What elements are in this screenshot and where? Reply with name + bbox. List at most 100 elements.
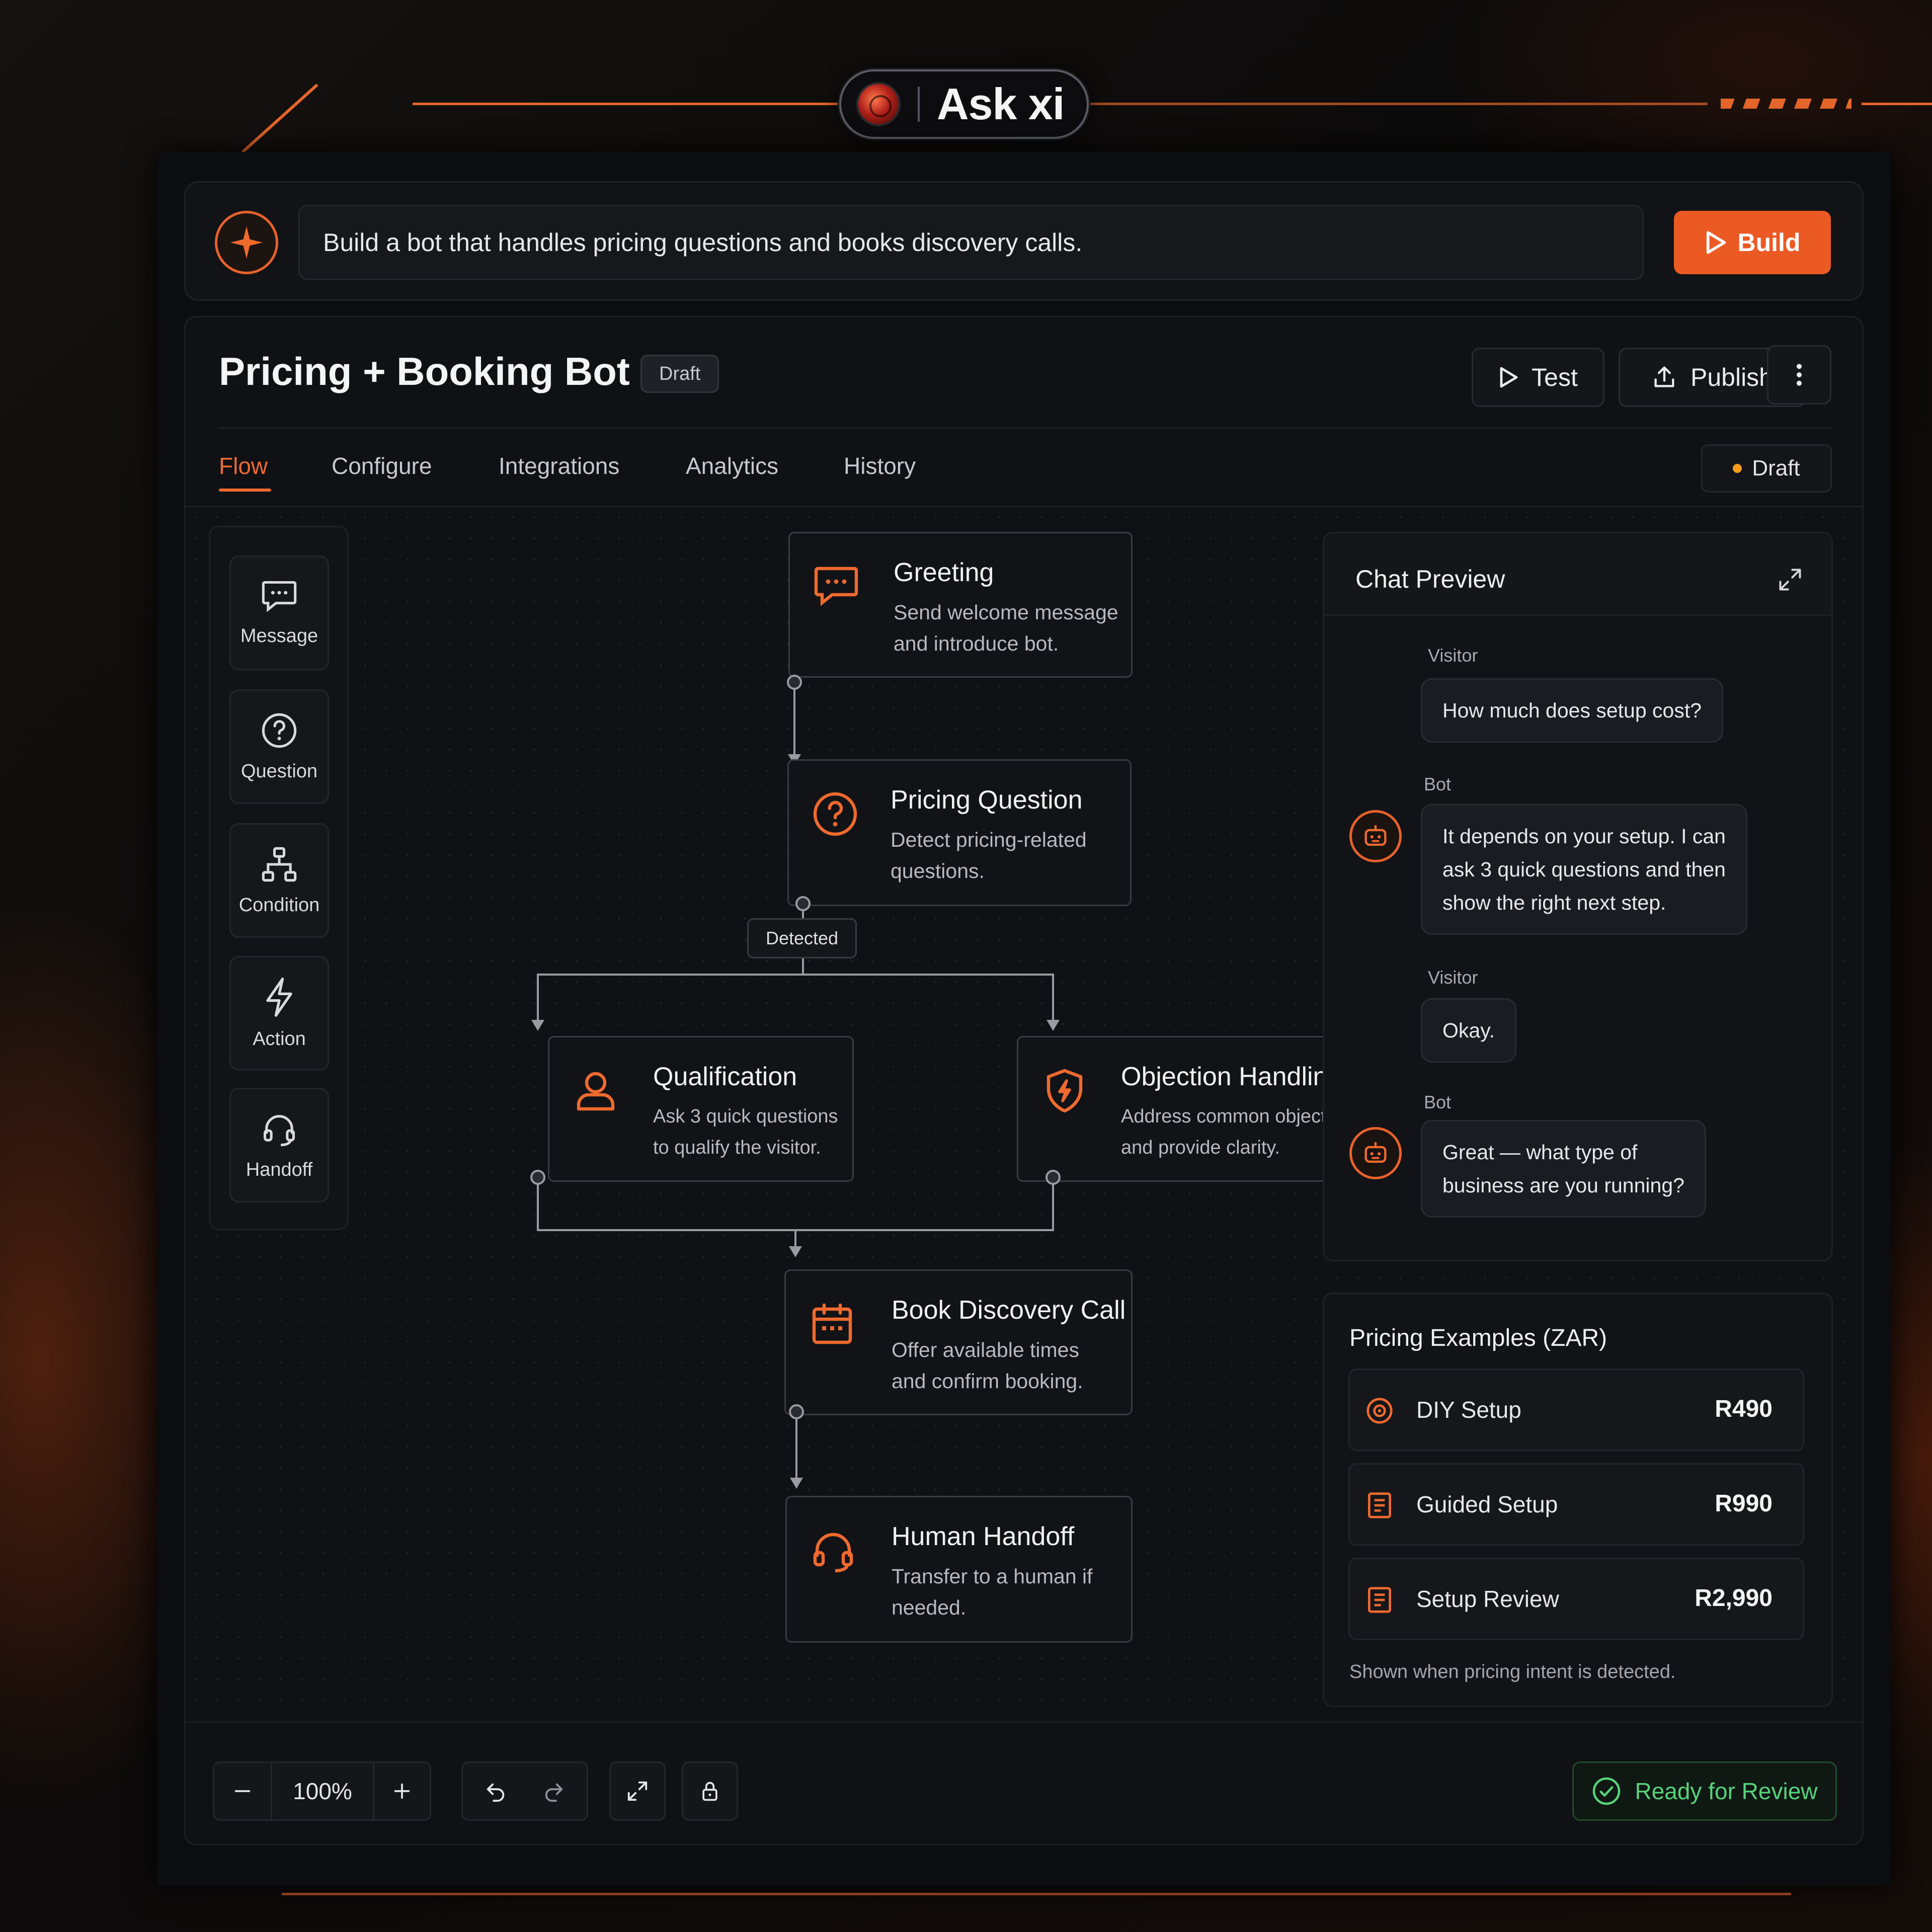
node-desc: Detect pricing-related questions. [891,824,1087,887]
redo-icon [545,1783,563,1802]
palette-label: Action [253,1028,306,1050]
node-desc: Ask 3 quick questions to qualify the vis… [653,1101,838,1163]
palette-item-question[interactable]: Question [229,689,329,804]
node-desc-line: and introduce bot. [894,632,1059,655]
lock-button[interactable] [682,1761,738,1821]
message-line: ask 3 quick questions and then [1442,858,1726,881]
palette-item-message[interactable]: Message [229,555,329,670]
undo-button[interactable] [468,1763,523,1819]
frame-line-top-right [1089,103,1708,105]
check-circle-icon [1593,1777,1621,1805]
logo-separator [918,87,920,122]
flow-node-qualification[interactable]: Qualification Ask 3 quick questions to q… [548,1036,854,1182]
bot-message: Great — what type of business are you ru… [1421,1120,1706,1218]
node-port[interactable] [1045,1170,1061,1185]
pricing-note: Shown when pricing intent is detected. [1349,1661,1676,1682]
palette-item-condition[interactable]: Condition [229,823,329,938]
node-desc-line: Transfer to a human if [892,1565,1093,1588]
ai-spark-button[interactable] [215,211,278,274]
node-desc: Send welcome message and introduce bot. [894,597,1118,659]
message-line: show the right next step. [1442,891,1666,914]
palette-label: Message [240,625,318,647]
palette-label: Question [240,760,318,782]
connector-greeting-pricing [793,688,795,759]
build-button[interactable]: Build [1674,211,1831,274]
palette-item-handoff[interactable]: Handoff [229,1088,329,1202]
frame-line-top-far-right [1862,103,1932,105]
brand-pill: Ask xi [839,69,1089,139]
connector-arrow [531,1020,544,1031]
flow-node-human-handoff[interactable]: Human Handoff Transfer to a human if nee… [785,1496,1133,1643]
zoom-controls: 100% [213,1761,431,1821]
zoom-level: 100% [293,1778,352,1804]
prompt-input[interactable]: Build a bot that handles pricing questio… [298,205,1644,280]
connector-branch-stem [802,955,804,976]
node-desc-line: Send welcome message [894,601,1118,624]
message-sender: Visitor [1428,645,1478,666]
sparkle-icon [230,226,263,259]
node-title: Greeting [894,558,994,587]
tab-integrations[interactable]: Integrations [499,452,619,479]
flow-node-book-discovery-call[interactable]: Book Discovery Call Offer available time… [784,1269,1133,1415]
pricing-item-price: R490 [1715,1396,1773,1422]
flow-node-greeting[interactable]: Greeting Send welcome message and introd… [788,532,1133,678]
test-button[interactable]: Test [1472,348,1604,407]
message-line: How much does setup cost? [1442,699,1702,722]
chat-preview-header: Chat Preview [1324,533,1831,616]
test-label: Test [1532,363,1578,391]
brand-name: Ask xi [937,79,1065,129]
flow-node-pricing-question[interactable]: Pricing Question Detect pricing-related … [787,759,1132,906]
plus-icon [394,1783,410,1799]
pricing-item[interactable]: Guided Setup R990 [1348,1463,1804,1546]
node-port[interactable] [795,896,811,911]
robot-icon [1364,825,1387,846]
flow-canvas[interactable]: Message Question Condition Action Handof… [186,507,1862,1719]
undo-icon [487,1783,505,1802]
frame-line-top-left [413,103,839,105]
node-port[interactable] [789,1404,804,1419]
tab-configure[interactable]: Configure [332,452,432,479]
header-divider [219,427,1832,429]
prompt-text: Build a bot that handles pricing questio… [323,228,1083,257]
pricing-item-name: Setup Review [1416,1586,1559,1612]
node-desc-line: to qualify the visitor. [653,1137,821,1158]
zoom-out-button[interactable] [214,1763,271,1819]
node-port[interactable] [530,1170,545,1185]
node-port[interactable] [787,675,802,690]
kebab-icon [1797,364,1802,386]
ready-for-review-button[interactable]: Ready for Review [1572,1761,1837,1821]
tab-flow[interactable]: Flow [219,452,268,479]
fit-view-button[interactable] [609,1761,666,1821]
minus-icon [234,1790,251,1792]
headset-icon [813,1533,853,1573]
logo-orb-icon [856,82,901,126]
toolbar-divider [186,1721,1862,1723]
publish-label: Publish [1691,363,1773,391]
more-options-button[interactable] [1767,345,1831,405]
headset-icon [263,1114,295,1146]
ready-label: Ready for Review [1635,1778,1818,1804]
tab-history[interactable]: History [844,452,916,479]
upload-icon [1654,366,1674,387]
condition-icon [262,847,297,881]
node-desc-line: and confirm booking. [892,1370,1083,1393]
lightning-icon [266,977,292,1017]
chat-preview-panel: Chat Preview Visitor How much does setup… [1323,532,1833,1261]
pricing-item[interactable]: Setup Review R2,990 [1348,1558,1804,1640]
palette-item-action[interactable]: Action [229,956,329,1071]
bot-avatar [1349,810,1402,862]
tab-analytics[interactable]: Analytics [686,452,778,479]
app-window: Build a bot that handles pricing questio… [157,152,1891,1886]
chat-bubble-icon [814,567,858,606]
pricing-title: Pricing Examples (ZAR) [1349,1325,1607,1351]
expand-icon[interactable] [1777,567,1803,593]
message-icon [262,581,297,612]
palette-label: Condition [238,894,320,916]
pricing-item[interactable]: DIY Setup R490 [1348,1369,1804,1451]
palette-label: Handoff [246,1159,313,1180]
connector-to-objection [1052,974,1054,1024]
chat-preview-title: Chat Preview [1355,565,1505,593]
redo-button[interactable] [526,1763,582,1819]
zoom-in-button[interactable] [374,1763,430,1819]
robot-icon [1364,1142,1387,1163]
